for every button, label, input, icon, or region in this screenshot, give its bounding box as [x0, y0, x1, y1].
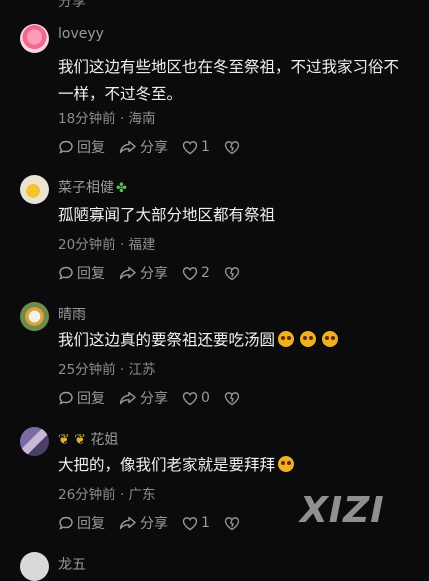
share-label: 分享	[140, 266, 168, 282]
previous-comment-actions: 分享	[58, 0, 86, 11]
like-count: 2	[201, 265, 210, 281]
comment-actions: 回复 分享 0	[58, 388, 254, 408]
like-button[interactable]: 1	[182, 139, 210, 155]
comment-text: 我们这边真的要祭祖还要吃汤圆	[58, 327, 408, 354]
comment-item: ❦ ❦ 花姐 大把的，像我们老家就是要拜拜 26分钟前 · 广东 回复 分享 1	[0, 427, 429, 551]
laughing-emoji-icon	[278, 331, 295, 347]
reply-button[interactable]: 回复	[58, 263, 105, 283]
laughing-emoji-icon	[300, 331, 317, 347]
dislike-button[interactable]	[224, 266, 240, 281]
reply-label: 回复	[77, 266, 105, 282]
comment-meta: 18分钟前 · 海南	[58, 111, 156, 127]
reply-icon	[59, 266, 73, 280]
share-button[interactable]: 分享	[119, 263, 168, 283]
like-count: 1	[201, 515, 210, 531]
dislike-button[interactable]	[224, 516, 240, 531]
smiling-emoji-icon	[278, 456, 295, 472]
comment-actions: 回复 分享 2	[58, 263, 254, 283]
reply-label: 回复	[77, 140, 105, 156]
share-icon	[119, 391, 136, 405]
comment-item: 晴雨 我们这边真的要祭祖还要吃汤圆 25分钟前 · 江苏 回复 分享 0	[0, 302, 429, 426]
share-icon	[119, 140, 136, 154]
share-button[interactable]: 分享	[58, 0, 86, 11]
heart-icon	[182, 140, 198, 154]
avatar[interactable]	[20, 175, 49, 204]
share-button[interactable]: 分享	[119, 137, 168, 157]
share-icon	[119, 266, 136, 280]
comment-actions: 回复 分享 1	[58, 137, 254, 157]
reply-icon	[59, 140, 73, 154]
comment-text-content: 大把的，像我们老家就是要拜拜	[58, 456, 276, 474]
avatar[interactable]	[20, 427, 49, 456]
laughing-emoji-icon	[322, 331, 339, 347]
heart-icon	[182, 266, 198, 280]
reply-button[interactable]: 回复	[58, 388, 105, 408]
clover-icon: ✤	[116, 181, 127, 196]
comment-text-content: 我们这边真的要祭祖还要吃汤圆	[58, 331, 276, 349]
dislike-button[interactable]	[224, 140, 240, 155]
username[interactable]: 龙五	[58, 554, 86, 574]
username[interactable]: ❦ ❦ 花姐	[58, 429, 118, 449]
username[interactable]: 菜子相健 ✤	[58, 177, 127, 197]
comment-item: 菜子相健 ✤ 孤陋寡闻了大部分地区都有祭祖 20分钟前 · 福建 回复 分享 2	[0, 175, 429, 299]
broken-heart-icon	[224, 516, 240, 530]
reply-label: 回复	[77, 391, 105, 407]
username-text: 菜子相健	[58, 180, 114, 196]
username[interactable]: 晴雨	[58, 304, 86, 324]
reply-label: 回复	[77, 516, 105, 532]
broken-heart-icon	[224, 140, 240, 154]
reply-icon	[59, 391, 73, 405]
like-button[interactable]: 1	[182, 515, 210, 531]
broken-heart-icon	[224, 266, 240, 280]
heart-icon	[182, 391, 198, 405]
comment-text: 孤陋寡闻了大部分地区都有祭祖	[58, 206, 276, 224]
comment-meta: 20分钟前 · 福建	[58, 237, 156, 253]
comment-meta: 26分钟前 · 广东	[58, 487, 156, 503]
comment-text: 大把的，像我们老家就是要拜拜	[58, 452, 408, 479]
like-button[interactable]: 2	[182, 265, 210, 281]
username[interactable]: loveyy	[58, 26, 104, 42]
heart-icon	[182, 516, 198, 530]
comment-item: loveyy 我们这边有些地区也在冬至祭祖，不过我家习俗不一样，不过冬至。 18…	[0, 24, 429, 156]
share-label: 分享	[140, 140, 168, 156]
like-count: 0	[201, 390, 210, 406]
share-icon	[119, 516, 136, 530]
reply-button[interactable]: 回复	[58, 513, 105, 533]
watermark-logo: XIZI	[300, 490, 385, 531]
comment-item: 龙五	[0, 548, 429, 581]
avatar[interactable]	[20, 302, 49, 331]
reply-button[interactable]: 回复	[58, 137, 105, 157]
username-text: 花姐	[90, 432, 119, 448]
broken-heart-icon	[224, 391, 240, 405]
wheat-icon: ❦ ❦	[58, 432, 91, 448]
reply-icon	[59, 516, 73, 530]
comment-text: 我们这边有些地区也在冬至祭祖，不过我家习俗不一样，不过冬至。	[58, 58, 400, 103]
dislike-button[interactable]	[224, 391, 240, 406]
share-label: 分享	[140, 391, 168, 407]
share-button[interactable]: 分享	[119, 513, 168, 533]
avatar[interactable]	[20, 552, 49, 581]
comment-meta: 25分钟前 · 江苏	[58, 362, 156, 378]
avatar[interactable]	[20, 24, 49, 53]
share-label: 分享	[140, 516, 168, 532]
comment-actions: 回复 分享 1	[58, 513, 254, 533]
share-button[interactable]: 分享	[119, 388, 168, 408]
like-count: 1	[201, 139, 210, 155]
like-button[interactable]: 0	[182, 390, 210, 406]
